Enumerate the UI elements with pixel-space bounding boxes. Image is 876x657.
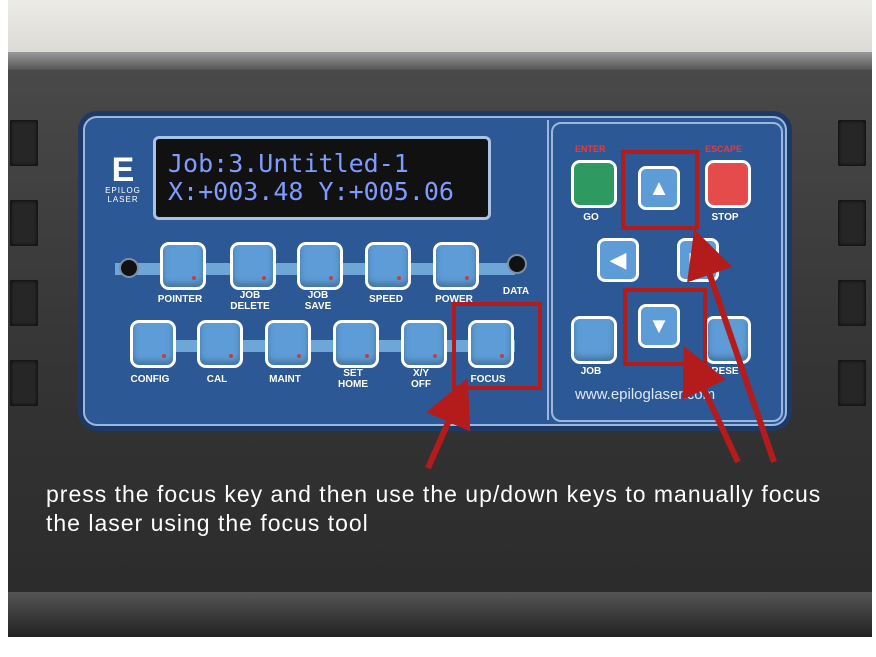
arrow-to-up-key — [687, 229, 777, 463]
arrow-to-focus-key — [425, 378, 471, 470]
instruction-caption: press the focus key and then use the up/… — [46, 481, 822, 536]
annotation-arrows — [425, 229, 777, 470]
arrow-to-down-key — [682, 346, 741, 464]
